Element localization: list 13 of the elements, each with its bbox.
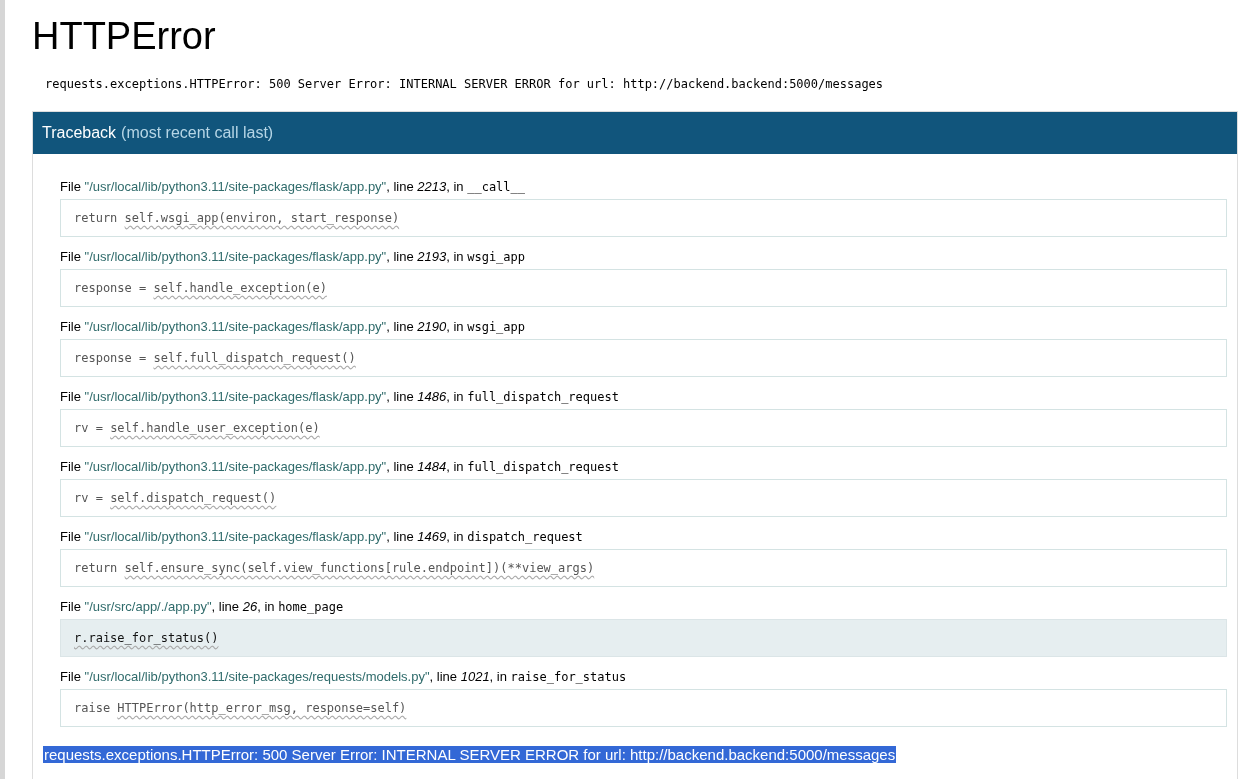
error-message: requests.exceptions.HTTPError: 500 Server Error: INTERNAL SERVER ERROR for url: http://backend.backend:5000/messages — [45, 76, 885, 93]
frame-location: File "/usr/local/lib/python3.11/site-packages/requests/models.py", line 1021, in raise_for_status — [60, 668, 628, 686]
traceback-title: Traceback — [42, 123, 117, 143]
page-title: HTTPError — [32, 14, 217, 58]
traceback-subtitle: (most recent call last) — [121, 123, 274, 143]
frame-location: File "/usr/local/lib/python3.11/site-packages/flask/app.py", line 1469, in dispatch_request — [60, 528, 584, 546]
exception-text: requests.exceptions.HTTPError: 500 Server Error: INTERNAL SERVER ERROR for url: http://backend.backend:5000/messages — [43, 746, 897, 763]
frame-location: File "/usr/local/lib/python3.11/site-packages/flask/app.py", line 2213, in __call__ — [60, 178, 526, 196]
frame-location: File "/usr/local/lib/python3.11/site-packages/flask/app.py", line 2190, in wsgi_app — [60, 318, 526, 336]
frame-location: File "/usr/src/app/./app.py", line 26, in home_page — [60, 598, 345, 616]
frame-location: File "/usr/local/lib/python3.11/site-packages/flask/app.py", line 1486, in full_dispatch_request — [60, 388, 620, 406]
frame-location: File "/usr/local/lib/python3.11/site-packages/flask/app.py", line 1484, in full_dispatch_request — [60, 458, 620, 476]
frame-location: File "/usr/local/lib/python3.11/site-packages/flask/app.py", line 2193, in wsgi_app — [60, 248, 526, 266]
